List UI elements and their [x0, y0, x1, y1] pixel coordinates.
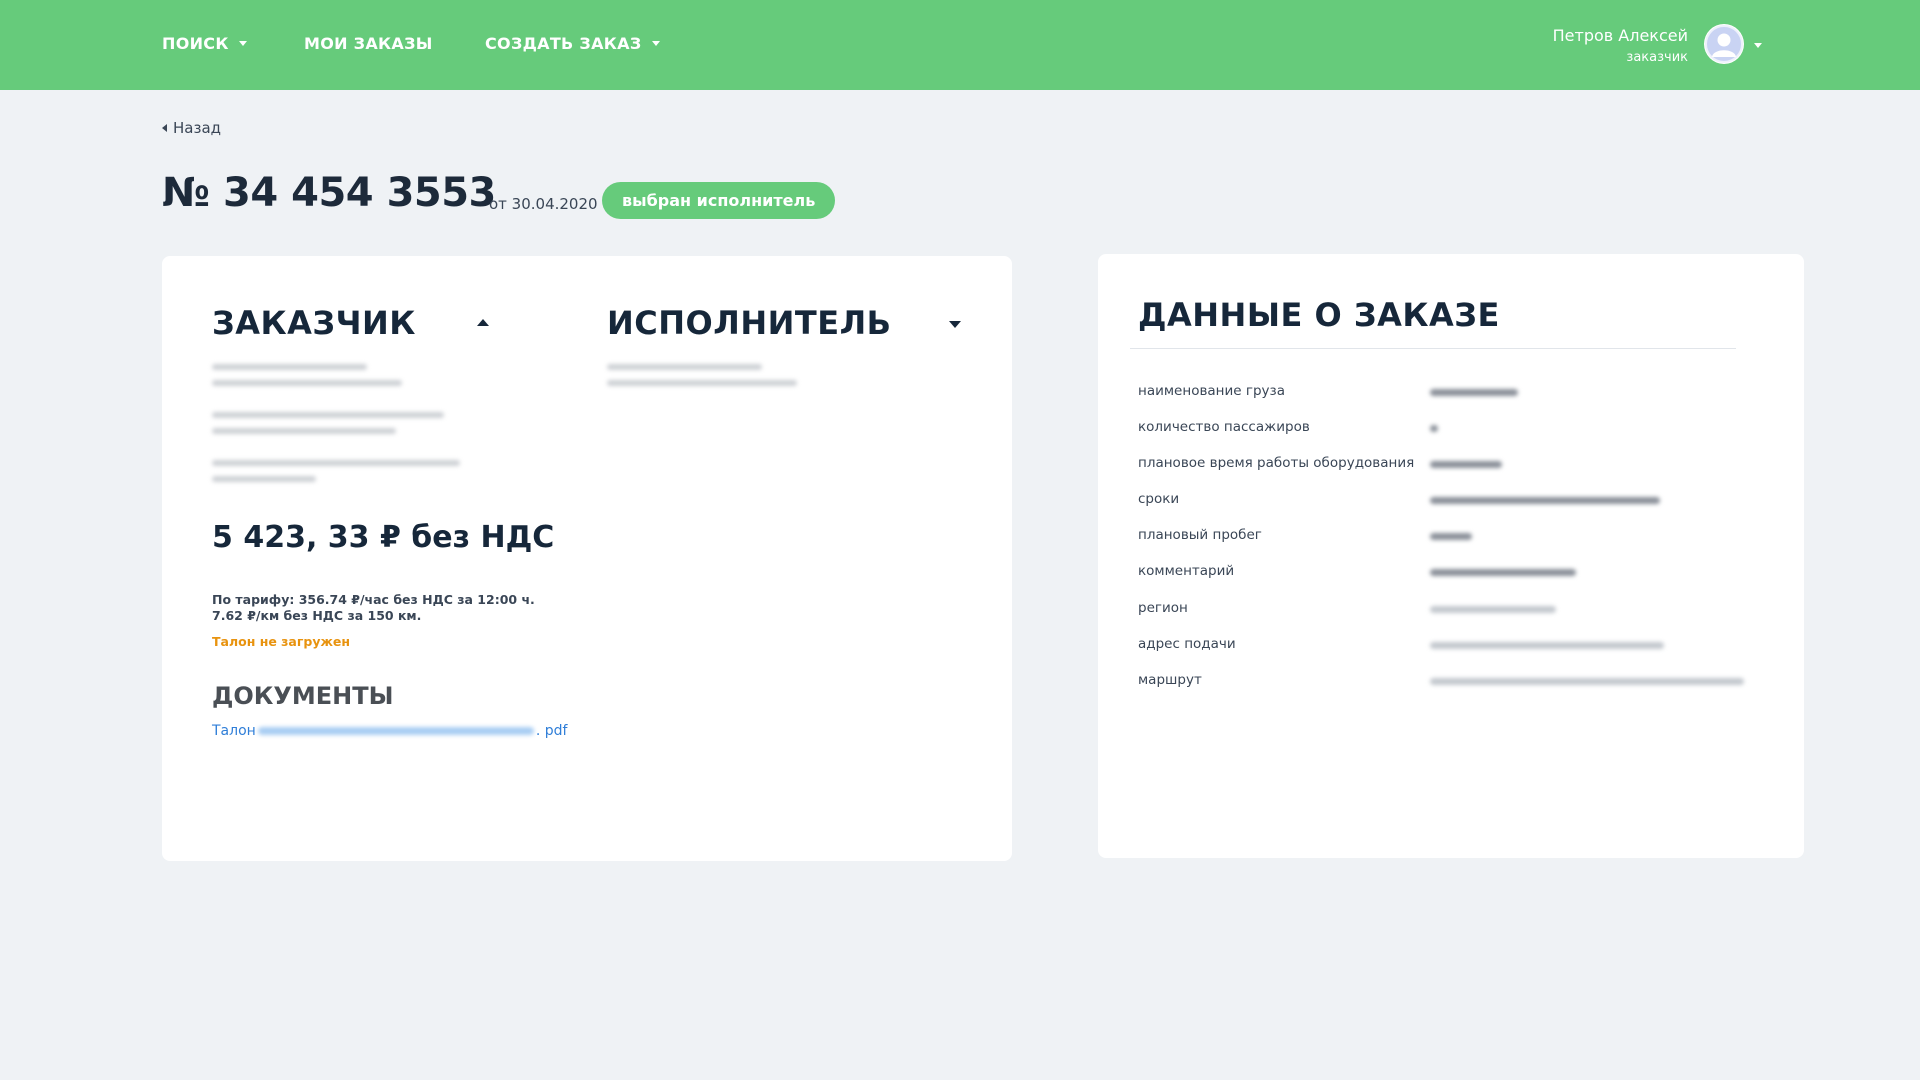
detail-label-pickup-address: адрес подачи [1138, 636, 1236, 652]
back-link[interactable]: Назад [162, 119, 221, 137]
order-date: от 30.04.2020 [489, 195, 598, 213]
detail-label-mileage: плановый пробег [1138, 527, 1262, 543]
document-link-suffix: . pdf [535, 723, 568, 739]
document-name-redacted [257, 727, 534, 735]
customer-info-redacted [212, 380, 402, 386]
documents-title: ДОКУМЕНТЫ [212, 682, 394, 710]
customer-info-redacted [212, 476, 316, 482]
detail-label-passengers: количество пассажиров [1138, 419, 1310, 435]
detail-value-redacted [1430, 533, 1472, 540]
chevron-up-icon[interactable] [477, 319, 489, 326]
tariff-info: По тарифу: 356.74 ₽/час без НДС за 12:00… [212, 592, 535, 624]
chevron-left-icon [162, 124, 167, 132]
order-parties-card: ЗАКАЗЧИК ИСПОЛНИТЕЛЬ 5 423, 33 ₽ без НДС… [162, 256, 1012, 861]
detail-label-equipment-time: плановое время работы оборудования [1138, 455, 1415, 471]
executor-info-redacted [607, 380, 797, 386]
nav-my-orders-label: МОИ ЗАКАЗЫ [304, 34, 433, 53]
nav-create-order[interactable]: СОЗДАТЬ ЗАКАЗ [485, 34, 660, 53]
detail-label-cargo: наименование груза [1138, 383, 1285, 399]
user-menu-chevron-icon[interactable] [1754, 43, 1762, 48]
document-link-prefix: Талон [212, 723, 256, 739]
user-avatar-icon[interactable] [1704, 24, 1744, 64]
detail-label-region: регион [1138, 600, 1188, 616]
chevron-down-icon [651, 41, 660, 46]
tariff-hourly: По тарифу: 356.74 ₽/час без НДС за 12:00… [212, 592, 535, 607]
document-link[interactable]: Талон . pdf [212, 723, 567, 739]
executor-title: ИСПОЛНИТЕЛЬ [607, 304, 892, 342]
back-link-label: Назад [173, 119, 222, 137]
user-name: Петров Алексей [1552, 26, 1688, 45]
nav-search-label: ПОИСК [162, 34, 229, 53]
detail-value-redacted [1430, 569, 1576, 576]
executor-info-redacted [607, 364, 762, 370]
order-details-title: ДАННЫЕ О ЗАКАЗЕ [1138, 296, 1500, 334]
status-badge: выбран исполнитель [602, 182, 836, 219]
detail-value-redacted [1430, 389, 1518, 396]
customer-info-redacted [212, 364, 367, 370]
order-price: 5 423, 33 ₽ без НДС [212, 520, 555, 555]
tariff-distance: 7.62 ₽/км без НДС за 150 км. [212, 608, 422, 623]
top-navigation-bar: ПОИСК МОИ ЗАКАЗЫ СОЗДАТЬ ЗАКАЗ Петров Ал… [0, 0, 1920, 90]
user-role: заказчик [1626, 50, 1688, 65]
customer-info-redacted [212, 412, 444, 418]
detail-value-redacted [1430, 678, 1744, 685]
divider [1130, 348, 1736, 349]
detail-value-redacted [1430, 461, 1502, 468]
customer-title: ЗАКАЗЧИК [212, 304, 416, 342]
detail-label-dates: сроки [1138, 491, 1180, 507]
detail-label-comment: комментарий [1138, 563, 1235, 579]
detail-value-redacted [1430, 425, 1438, 432]
nav-search[interactable]: ПОИСК [162, 34, 247, 53]
nav-my-orders[interactable]: МОИ ЗАКАЗЫ [304, 34, 433, 53]
order-details-card: ДАННЫЕ О ЗАКАЗЕ наименование груза колич… [1098, 254, 1804, 858]
detail-label-route: маршрут [1138, 672, 1202, 688]
chevron-down-icon[interactable] [949, 321, 961, 328]
detail-value-redacted [1430, 642, 1664, 649]
ticket-warning: Талон не загружен [212, 634, 351, 649]
detail-value-redacted [1430, 606, 1556, 613]
customer-info-redacted [212, 460, 460, 466]
customer-info-redacted [212, 428, 396, 434]
detail-value-redacted [1430, 497, 1660, 504]
chevron-down-icon [238, 41, 247, 46]
nav-create-order-label: СОЗДАТЬ ЗАКАЗ [485, 34, 642, 53]
page-title: № 34 454 3553 [162, 170, 496, 216]
